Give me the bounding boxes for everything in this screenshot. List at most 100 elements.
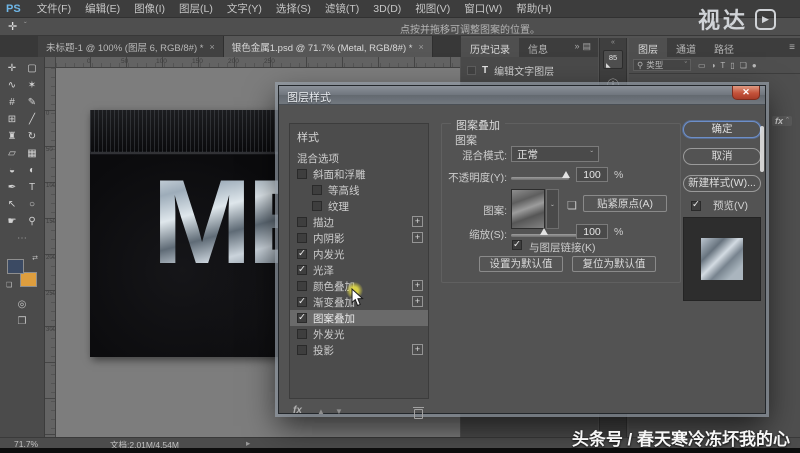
add-effect-icon[interactable]: [412, 232, 423, 243]
menu-file[interactable]: 文件(F): [30, 1, 78, 16]
menu-layer[interactable]: 图层(L): [172, 1, 220, 16]
new-style-button[interactable]: 新建样式(W)...: [683, 175, 761, 192]
quick-mask-icon[interactable]: ◎: [18, 299, 27, 310]
filter-shape-icon[interactable]: ▯: [730, 61, 734, 70]
magic-wand-tool[interactable]: ✶: [22, 78, 42, 94]
checkbox[interactable]: [297, 233, 307, 243]
tab-close-icon[interactable]: ×: [418, 42, 423, 52]
collapse-panels-icon[interactable]: «: [600, 39, 626, 46]
panel-menu-icon[interactable]: ≡: [789, 42, 795, 53]
checkbox[interactable]: [312, 185, 322, 195]
style-stroke[interactable]: 描边: [290, 214, 428, 230]
opacity-input[interactable]: [576, 167, 608, 182]
default-colors-icon[interactable]: ❏: [6, 281, 12, 289]
checkbox[interactable]: [312, 201, 322, 211]
style-satin[interactable]: 光泽: [290, 262, 428, 278]
pattern-picker-caret[interactable]: ˇ: [546, 189, 559, 229]
tab-layers[interactable]: 图层: [629, 38, 667, 57]
lasso-tool[interactable]: ∿: [2, 78, 22, 94]
menu-window[interactable]: 窗口(W): [457, 1, 509, 16]
style-outer-glow[interactable]: 外发光: [290, 326, 428, 342]
dialog-close-button[interactable]: ✕: [732, 86, 760, 100]
eraser-tool[interactable]: ▱: [2, 146, 22, 162]
path-select-tool[interactable]: ↖: [2, 197, 22, 213]
ok-button[interactable]: 确定: [683, 121, 761, 138]
menu-help[interactable]: 帮助(H): [509, 1, 559, 16]
delete-effect-icon[interactable]: [413, 407, 424, 419]
style-inner-glow[interactable]: 内发光: [290, 246, 428, 262]
history-brush-tool[interactable]: ↻: [22, 129, 42, 145]
layer-filter-select[interactable]: ⚲ 类型 ˇ: [633, 59, 691, 71]
tab-channels[interactable]: 通道: [667, 38, 705, 57]
filter-smart-icon[interactable]: ❏: [740, 61, 747, 70]
link-with-layer-checkbox[interactable]: [512, 239, 522, 250]
opacity-slider-thumb[interactable]: [562, 171, 570, 178]
move-down-icon[interactable]: ▼: [335, 407, 343, 416]
pen-tool[interactable]: ✒: [2, 180, 22, 196]
checkbox-checked-icon[interactable]: [297, 312, 307, 323]
new-preset-icon[interactable]: ❏: [567, 199, 577, 212]
tab-close-icon[interactable]: ×: [209, 42, 214, 52]
style-pattern-overlay[interactable]: 图案叠加: [290, 310, 428, 326]
tab-untitled-1[interactable]: 未标题-1 @ 100% (图层 6, RGB/8#) * ×: [38, 36, 224, 57]
history-item[interactable]: T 编辑文字图层: [461, 57, 598, 78]
checkbox-checked-icon[interactable]: [297, 248, 307, 259]
blur-tool[interactable]: ◒: [2, 163, 22, 179]
checkbox[interactable]: [297, 329, 307, 339]
scale-slider-thumb[interactable]: [540, 228, 548, 235]
pattern-thumbnail[interactable]: [511, 189, 545, 229]
shape-tool[interactable]: ○: [22, 197, 42, 213]
menu-filter[interactable]: 滤镜(T): [318, 1, 366, 16]
add-effect-icon[interactable]: [412, 296, 423, 307]
scale-input[interactable]: [576, 224, 608, 239]
add-effect-icon[interactable]: [412, 344, 423, 355]
brush-tool[interactable]: ╱: [22, 112, 42, 128]
checkbox[interactable]: [297, 169, 307, 179]
gradient-tool[interactable]: ▦: [22, 146, 42, 162]
move-tool[interactable]: ✛: [2, 61, 22, 77]
cancel-button[interactable]: 取消: [683, 148, 761, 165]
style-drop-shadow[interactable]: 投影: [290, 342, 428, 358]
snap-to-origin-button[interactable]: 贴紧原点(A): [583, 195, 667, 212]
style-contour[interactable]: 等高线: [290, 182, 428, 198]
more-tools-icon[interactable]: ⋯: [2, 231, 42, 247]
checkbox-checked-icon[interactable]: [297, 296, 307, 307]
opacity-slider[interactable]: [511, 177, 569, 180]
brush-panel-icon[interactable]: 85 ◣: [603, 50, 623, 69]
swap-colors-icon[interactable]: ⇄: [32, 254, 38, 262]
style-inner-shadow[interactable]: 内阴影: [290, 230, 428, 246]
filter-dot-icon[interactable]: ●: [752, 61, 757, 70]
tool-preset-caret-icon[interactable]: ˇ: [24, 21, 27, 30]
style-blending-options[interactable]: 混合选项: [290, 150, 428, 166]
add-effect-icon[interactable]: [412, 280, 423, 291]
checkbox-checked-icon[interactable]: [297, 264, 307, 275]
filter-pixel-icon[interactable]: ▭: [698, 61, 706, 70]
checkbox[interactable]: [297, 345, 307, 355]
clone-stamp-tool[interactable]: ♜: [2, 129, 22, 145]
type-tool[interactable]: T: [22, 180, 42, 196]
hand-tool[interactable]: ☛: [2, 214, 22, 230]
preview-checkbox[interactable]: [691, 199, 701, 211]
menu-view[interactable]: 视图(V): [408, 1, 457, 16]
foreground-color-swatch[interactable]: [7, 259, 24, 274]
crop-tool[interactable]: #: [2, 95, 22, 111]
menu-select[interactable]: 选择(S): [269, 1, 318, 16]
menu-edit[interactable]: 编辑(E): [78, 1, 127, 16]
checkbox[interactable]: [297, 281, 307, 291]
dialog-title-bar[interactable]: 图层样式 ✕: [279, 86, 765, 105]
style-bevel-emboss[interactable]: 斜面和浮雕: [290, 166, 428, 182]
filter-type-icon[interactable]: T: [720, 61, 725, 70]
reset-default-button[interactable]: 复位为默认值: [572, 256, 656, 272]
menu-type[interactable]: 文字(Y): [220, 1, 269, 16]
filter-adjustment-icon[interactable]: ◑: [711, 61, 716, 70]
screen-mode-icon[interactable]: ❐: [18, 316, 27, 327]
layer-fx-badge[interactable]: fx ˆ: [771, 116, 792, 126]
tab-silver-metal-psd[interactable]: 银色金属1.psd @ 71.7% (Metal, RGB/8#) * ×: [223, 36, 433, 57]
marquee-tool[interactable]: ▢: [22, 61, 42, 77]
blend-mode-select[interactable]: 正常 ˇ: [511, 146, 599, 162]
tab-history[interactable]: 历史记录: [461, 38, 519, 57]
set-default-button[interactable]: 设置为默认值: [479, 256, 563, 272]
tab-paths[interactable]: 路径: [705, 38, 743, 57]
background-color-swatch[interactable]: [20, 272, 37, 287]
fx-menu-button[interactable]: fx: [293, 405, 302, 416]
